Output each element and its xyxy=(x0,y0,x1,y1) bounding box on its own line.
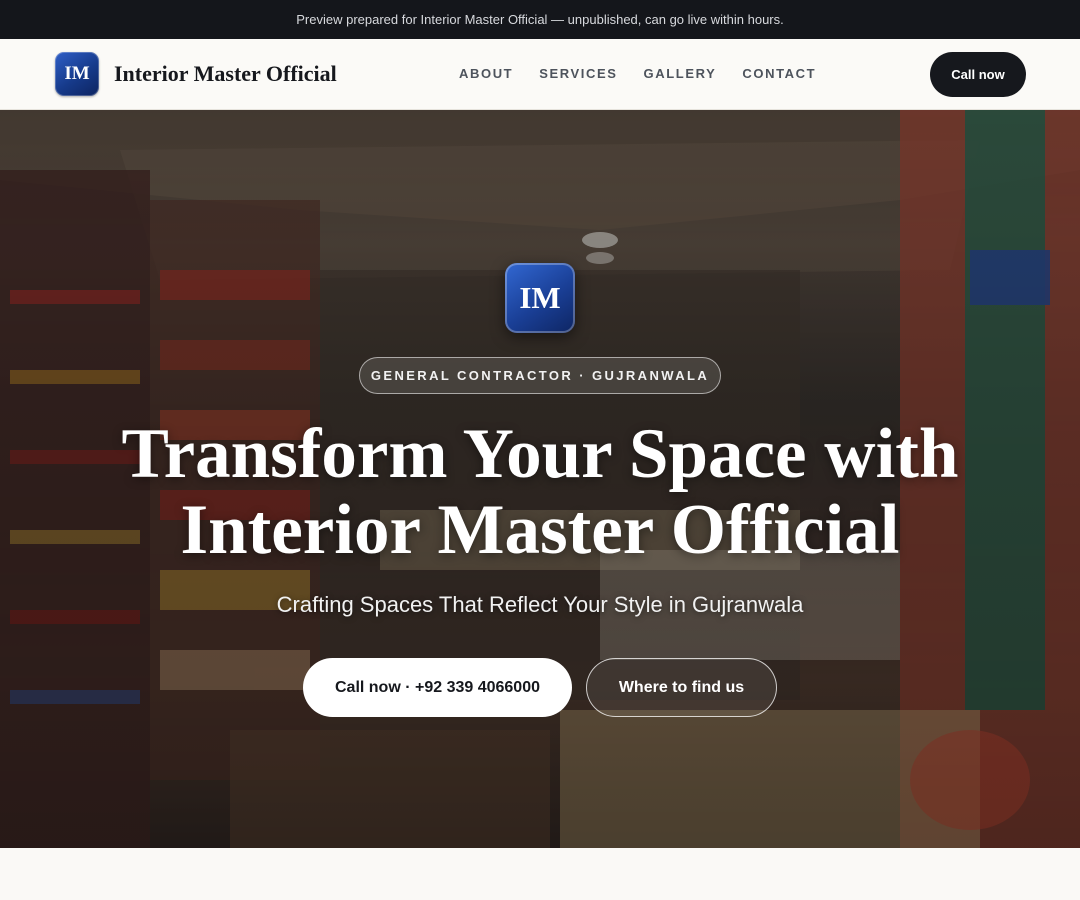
where-to-find-us-button[interactable]: Where to find us xyxy=(586,658,777,717)
preview-banner-text: Preview prepared for Interior Master Off… xyxy=(296,12,784,27)
call-now-button[interactable]: Call now · +92 339 4066000 xyxy=(303,658,572,717)
header-call-button[interactable]: Call now xyxy=(930,52,1026,97)
hero-subtitle: Crafting Spaces That Reflect Your Style … xyxy=(276,592,804,617)
hero-logo: IM xyxy=(505,263,575,333)
category-badge: GENERAL CONTRACTOR · GUJRANWALA xyxy=(359,357,721,394)
nav-link-gallery[interactable]: GALLERY xyxy=(644,66,717,81)
nav-link-contact[interactable]: CONTACT xyxy=(742,66,816,81)
brand-logo-initials: IM xyxy=(64,63,90,84)
site-header: IM Interior Master Official ABOUT SERVIC… xyxy=(0,39,1080,110)
main-nav: ABOUT SERVICES GALLERY CONTACT xyxy=(459,66,816,81)
nav-link-services[interactable]: SERVICES xyxy=(539,66,617,81)
brand-name[interactable]: Interior Master Official xyxy=(114,61,337,87)
hero-section: IM GENERAL CONTRACTOR · GUJRANWALA Trans… xyxy=(0,110,1080,848)
hero-title-line-2: Interior Master Official xyxy=(180,491,900,569)
hero-logo-initials: IM xyxy=(519,280,561,315)
hero-title-line-1: Transform Your Space with xyxy=(121,415,959,493)
preview-banner: Preview prepared for Interior Master Off… xyxy=(0,0,1080,39)
brand-logo[interactable]: IM xyxy=(55,52,99,96)
nav-link-about[interactable]: ABOUT xyxy=(459,66,513,81)
hero-title: Transform Your Space with Interior Maste… xyxy=(0,416,1080,568)
